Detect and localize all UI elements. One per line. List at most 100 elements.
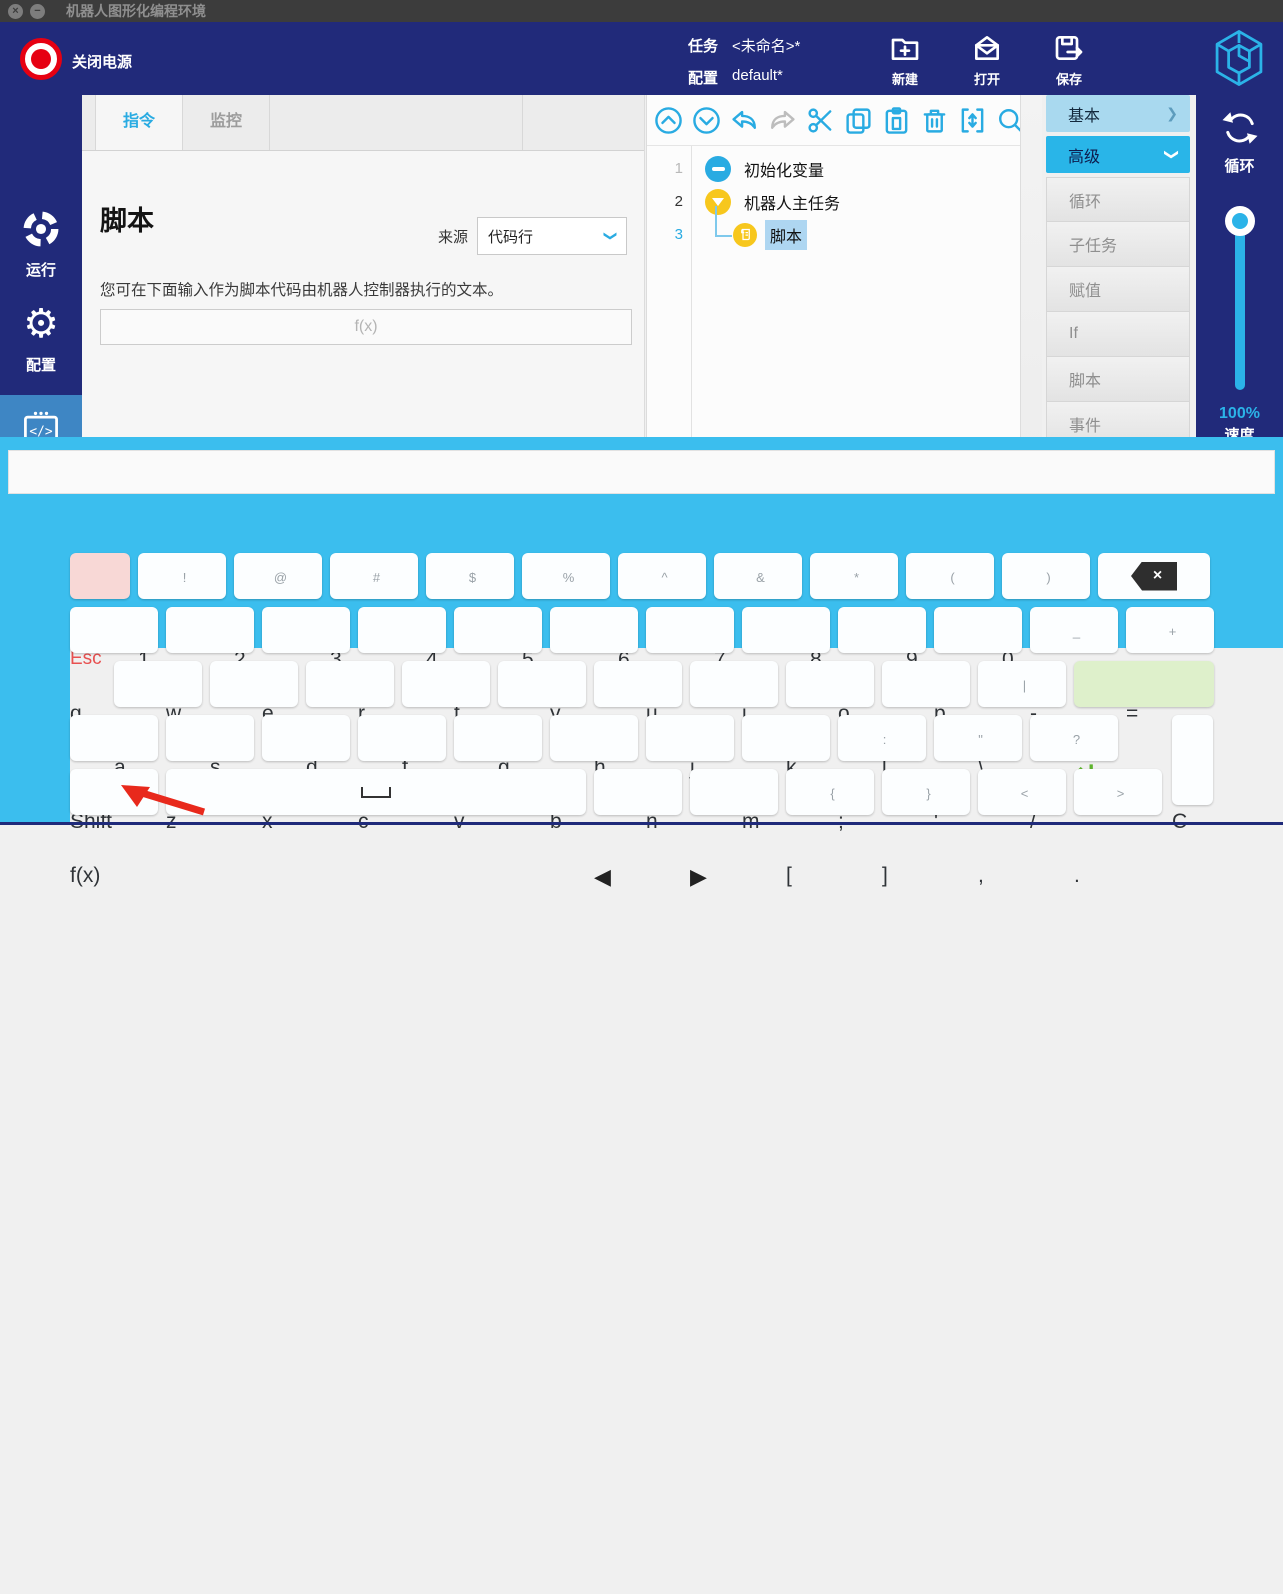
- new-icon: [889, 29, 921, 67]
- key-r[interactable]: r: [358, 607, 446, 653]
- window-close-button[interactable]: ×: [8, 4, 23, 19]
- key-c[interactable]: C: [1172, 715, 1213, 805]
- key-o[interactable]: o: [838, 607, 926, 653]
- key-l[interactable]: l: [882, 661, 970, 707]
- key-minus[interactable]: -_: [1030, 607, 1118, 653]
- key-shift-label: _: [1073, 624, 1080, 639]
- key-1[interactable]: 1!: [138, 553, 226, 599]
- key-bracket-right[interactable]: ]}: [882, 769, 970, 815]
- collapse-all-icon[interactable]: [654, 106, 683, 135]
- key-4[interactable]: 4$: [426, 553, 514, 599]
- key-period[interactable]: .>: [1074, 769, 1162, 815]
- key-shift-label: &: [756, 570, 765, 585]
- key-equals[interactable]: =+: [1126, 607, 1214, 653]
- key-shift-label: (: [950, 570, 954, 585]
- palette-item-If[interactable]: If: [1046, 312, 1190, 357]
- key-v[interactable]: v: [454, 715, 542, 761]
- power-button[interactable]: [20, 38, 62, 80]
- save-button[interactable]: 保存: [1042, 29, 1096, 88]
- key-arrow-left[interactable]: ◀: [594, 769, 682, 815]
- tree-row[interactable]: 1初始化变量: [647, 152, 1042, 185]
- tree-row[interactable]: 2机器人主任务: [647, 185, 1042, 218]
- key-b[interactable]: b: [550, 715, 638, 761]
- key-0[interactable]: 0): [1002, 553, 1090, 599]
- tree-toolbar: [647, 95, 1042, 146]
- key-6[interactable]: 6^: [618, 553, 706, 599]
- key-i[interactable]: i: [742, 607, 830, 653]
- key-x[interactable]: x: [262, 715, 350, 761]
- sidebar-item-config[interactable]: ⚙配置: [0, 290, 82, 393]
- key-shift-label: <: [1021, 786, 1029, 801]
- speed-slider-thumb[interactable]: [1225, 206, 1255, 236]
- keyboard-text-input[interactable]: [8, 450, 1275, 494]
- palette-item-循环[interactable]: 循环: [1046, 177, 1190, 222]
- key-f[interactable]: f: [402, 661, 490, 707]
- cut-icon[interactable]: [806, 106, 835, 135]
- palette-group-advanced-label: 高级: [1068, 143, 1100, 167]
- copy-icon[interactable]: [844, 106, 873, 135]
- tab-monitor[interactable]: 监控: [183, 95, 270, 150]
- key-m[interactable]: m: [742, 715, 830, 761]
- key-y[interactable]: y: [550, 607, 638, 653]
- source-select[interactable]: 代码行 ❯: [477, 217, 627, 255]
- key-bracket-left[interactable]: [{: [786, 769, 874, 815]
- key-semicolon[interactable]: ;:: [838, 715, 926, 761]
- script-code-input[interactable]: [100, 309, 632, 345]
- paste-icon[interactable]: [882, 106, 911, 135]
- key-3[interactable]: 3#: [330, 553, 418, 599]
- undo-icon[interactable]: [730, 106, 759, 135]
- key-8[interactable]: 8*: [810, 553, 898, 599]
- key-u[interactable]: u: [646, 607, 734, 653]
- window-minimize-button[interactable]: −: [30, 4, 45, 19]
- key-enter[interactable]: ↵: [1074, 661, 1214, 707]
- key-d[interactable]: d: [306, 661, 394, 707]
- tree-row[interactable]: 3脚本: [647, 218, 1042, 251]
- new-button[interactable]: 新建: [878, 29, 932, 88]
- key-5[interactable]: 5%: [522, 553, 610, 599]
- key-n[interactable]: n: [646, 715, 734, 761]
- key-a[interactable]: a: [114, 661, 202, 707]
- palette-group-basic[interactable]: 基本 ❯: [1046, 95, 1190, 132]
- tab-instruction[interactable]: 指令: [95, 95, 183, 150]
- key-w[interactable]: w: [166, 607, 254, 653]
- key-e[interactable]: e: [262, 607, 350, 653]
- palette-item-赋值[interactable]: 赋值: [1046, 267, 1190, 312]
- palette-item-子任务[interactable]: 子任务: [1046, 222, 1190, 267]
- program-tree: 1初始化变量2机器人主任务3脚本: [647, 146, 1042, 251]
- delete-icon[interactable]: [920, 106, 949, 135]
- key-comma[interactable]: ,<: [978, 769, 1066, 815]
- key-2[interactable]: 2@: [234, 553, 322, 599]
- palette-item-事件[interactable]: 事件: [1046, 402, 1190, 437]
- key-shift-label: !: [183, 570, 187, 585]
- key-c[interactable]: c: [358, 715, 446, 761]
- key-backslash[interactable]: \|: [978, 661, 1066, 707]
- key-t[interactable]: t: [454, 607, 542, 653]
- palette-group-advanced[interactable]: 高级 ❯: [1046, 136, 1190, 173]
- key-esc[interactable]: Esc: [70, 553, 130, 599]
- key-j[interactable]: j: [690, 661, 778, 707]
- loop-icon[interactable]: [1219, 107, 1261, 154]
- palette-item-脚本[interactable]: 脚本: [1046, 357, 1190, 402]
- insert-icon[interactable]: [958, 106, 987, 135]
- key-slash[interactable]: /?: [1030, 715, 1118, 761]
- key-quote[interactable]: '": [934, 715, 1022, 761]
- expand-all-icon[interactable]: [692, 106, 721, 135]
- speed-slider-track[interactable]: [1235, 215, 1245, 390]
- key-7[interactable]: 7&: [714, 553, 802, 599]
- key-space[interactable]: [166, 769, 586, 815]
- key-shift[interactable]: Shift: [70, 715, 158, 761]
- tree-row-number: 2: [647, 193, 693, 210]
- open-button[interactable]: 打开: [960, 29, 1014, 88]
- key-p[interactable]: p: [934, 607, 1022, 653]
- key-9[interactable]: 9(: [906, 553, 994, 599]
- key-fx[interactable]: f(x): [70, 769, 158, 815]
- key-q[interactable]: q: [70, 607, 158, 653]
- key-k[interactable]: k: [786, 661, 874, 707]
- key-backspace[interactable]: ×: [1098, 553, 1210, 599]
- key-h[interactable]: h: [594, 661, 682, 707]
- key-z[interactable]: z: [166, 715, 254, 761]
- key-arrow-right[interactable]: ▶: [690, 769, 778, 815]
- key-s[interactable]: s: [210, 661, 298, 707]
- sidebar-item-run[interactable]: 运行: [0, 195, 82, 293]
- key-g[interactable]: g: [498, 661, 586, 707]
